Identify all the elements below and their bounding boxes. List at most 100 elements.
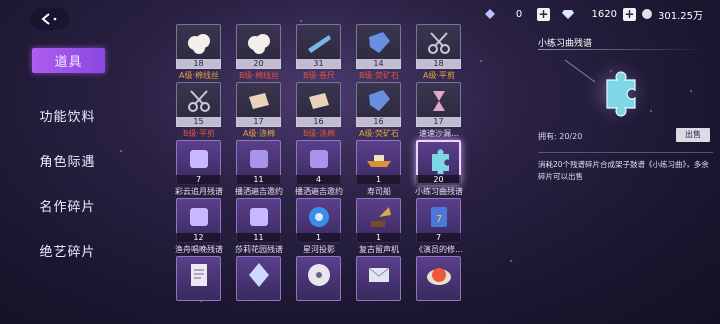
sidebar-item-items[interactable]: 道具 [32, 48, 105, 73]
inventory-slot[interactable]: 20 小练习曲残谱 [412, 140, 472, 198]
back-button[interactable] [30, 8, 70, 30]
score-fragment-icon [190, 208, 208, 226]
food-plate-icon [427, 268, 451, 285]
item-name: A级·平剪 [422, 71, 455, 80]
item-quantity: 1 [356, 175, 401, 185]
item-quantity: 15 [176, 117, 221, 127]
item-quantity: 20 [416, 175, 461, 185]
inventory-slot[interactable]: 16 B级·涤棉 [292, 82, 352, 140]
item-quantity: 31 [296, 59, 341, 69]
inventory-slot[interactable] [352, 256, 412, 314]
item-name: 寿司船 [367, 187, 391, 196]
item-name: 莎莉花园残谱 [235, 245, 283, 254]
inventory-slot[interactable]: 1 星河投影 [292, 198, 352, 256]
inventory-slot[interactable]: 7 7 《演员的修… [412, 198, 472, 256]
item-name: B级·涤棉 [302, 129, 336, 138]
inventory-slot[interactable]: 15 B级·平剪 [172, 82, 232, 140]
inventory-slot[interactable]: 17 速速沙漏… [412, 82, 472, 140]
gramophone-icon [371, 207, 391, 227]
sidebar-item-skill-fragments[interactable]: 绝艺碎片 [30, 228, 105, 273]
item-name: 彩云追月残谱 [175, 187, 223, 196]
score-fragment-icon [190, 150, 208, 168]
item-name: 渔舟唱晚残谱 [175, 245, 223, 254]
inventory-row: 7 彩云追月残谱 11 播洒遍吉邀约 4 播洒遍吉邀约 1 寿司船 20 小练习曲残谱 [172, 140, 472, 198]
inventory-slot[interactable]: 20 B级·棉线丝 [232, 24, 292, 82]
item-quantity: 14 [356, 59, 401, 69]
crystal-value: 0 [515, 8, 523, 20]
diamond-value: 1620 [591, 8, 617, 20]
tape-measure-icon [308, 35, 331, 53]
galaxy-projector-icon [309, 207, 329, 227]
envelope-icon [368, 267, 390, 282]
document-icon [191, 264, 207, 286]
puzzle-piece-icon [564, 56, 653, 128]
inventory-slot[interactable]: 4 播洒遍吉邀约 [292, 140, 352, 198]
cotton-icon [248, 34, 270, 54]
film-reel-icon [308, 264, 330, 286]
item-card[interactable] [236, 256, 281, 301]
detail-title: 小练习曲残谱 [538, 36, 709, 50]
sidebar-item-encounters[interactable]: 角色际遇 [30, 138, 105, 183]
add-diamond-button[interactable]: + [623, 7, 636, 21]
score-fragment-icon [250, 208, 268, 226]
item-card[interactable] [356, 256, 401, 301]
inventory-slot[interactable] [232, 256, 292, 314]
item-name: 复古留声机 [359, 245, 399, 254]
item-description: 消耗20个残谱碎片合成架子鼓谱《小练习曲》，多余碎片可以出售 [538, 152, 713, 183]
crystal-icon [485, 9, 495, 19]
inventory-slot[interactable]: 31 B级·卷尺 [292, 24, 352, 82]
inventory-slot[interactable]: 1 寿司船 [352, 140, 412, 198]
back-arrow-icon [41, 13, 57, 25]
item-name: A级·涤棉 [242, 129, 275, 138]
fabric-icon [309, 93, 329, 109]
crystal-icon [249, 263, 269, 287]
add-crystal-button[interactable]: + [537, 7, 550, 21]
inventory-slot[interactable]: 18 A级·平剪 [412, 24, 472, 82]
item-card[interactable] [296, 256, 341, 301]
ore-icon [369, 90, 390, 111]
item-name: 星河投影 [303, 245, 335, 254]
sidebar-item-masterpiece-fragments[interactable]: 名作碎片 [30, 183, 105, 228]
coin-icon [642, 9, 652, 19]
scissors-icon [188, 90, 210, 112]
item-quantity: 20 [236, 59, 281, 69]
item-name: B级·棉线丝 [238, 71, 280, 80]
item-card[interactable] [176, 256, 221, 301]
inventory-slot[interactable]: 11 播洒遍吉邀约 [232, 140, 292, 198]
sidebar-item-drinks[interactable]: 功能饮料 [30, 93, 105, 138]
scissors-icon [428, 32, 450, 54]
inventory-slot[interactable] [172, 256, 232, 314]
ore-icon [369, 32, 390, 53]
item-quantity: 7 [176, 175, 221, 185]
item-card[interactable] [416, 256, 461, 301]
inventory-slot[interactable]: 14 B级·荧矿石 [352, 24, 412, 82]
diamond-icon [562, 10, 574, 19]
invitation-icon [310, 150, 328, 168]
item-name: 播洒遍吉邀约 [235, 187, 283, 196]
fabric-icon [249, 93, 269, 109]
item-name: 《演员的修… [415, 245, 463, 254]
inventory-row: 18 A级·棉线丝 20 B级·棉线丝 31 B级·卷尺 14 B级·荧矿石 18 A级·平剪 [172, 24, 472, 82]
diamond-resource: 1620 + [561, 6, 636, 22]
inventory-slot[interactable]: 18 A级·棉线丝 [172, 24, 232, 82]
inventory-slot[interactable]: 11 莎莉花园残谱 [232, 198, 292, 256]
sushi-boat-icon [367, 155, 391, 167]
inventory-row: 12 渔舟唱晚残谱 11 莎莉花园残谱 1 星河投影 1 复古留声机 7 7 《演员的修… [172, 198, 472, 256]
item-name: B级·荧矿石 [358, 71, 400, 80]
item-quantity: 18 [416, 59, 461, 69]
coin-resource: 301.25万 [640, 6, 703, 22]
inventory-slot[interactable] [412, 256, 472, 314]
inventory-slot[interactable]: 17 A级·涤棉 [232, 82, 292, 140]
item-quantity: 1 [356, 233, 401, 243]
inventory-slot[interactable]: 12 渔舟唱晚残谱 [172, 198, 232, 256]
item-name: A级·棉线丝 [178, 71, 219, 80]
inventory-slot[interactable] [292, 256, 352, 314]
item-name: 速速沙漏… [419, 129, 459, 138]
inventory-slot[interactable]: 16 A级·荧矿石 [352, 82, 412, 140]
coin-value: 301.25万 [658, 10, 703, 22]
sell-button[interactable]: 出售 [676, 128, 710, 142]
inventory-slot[interactable]: 1 复古留声机 [352, 198, 412, 256]
item-name: 小练习曲残谱 [415, 187, 463, 196]
inventory-row: 15 B级·平剪 17 A级·涤棉 16 B级·涤棉 16 A级·荧矿石 17 速速沙漏… [172, 82, 472, 140]
inventory-slot[interactable]: 7 彩云追月残谱 [172, 140, 232, 198]
